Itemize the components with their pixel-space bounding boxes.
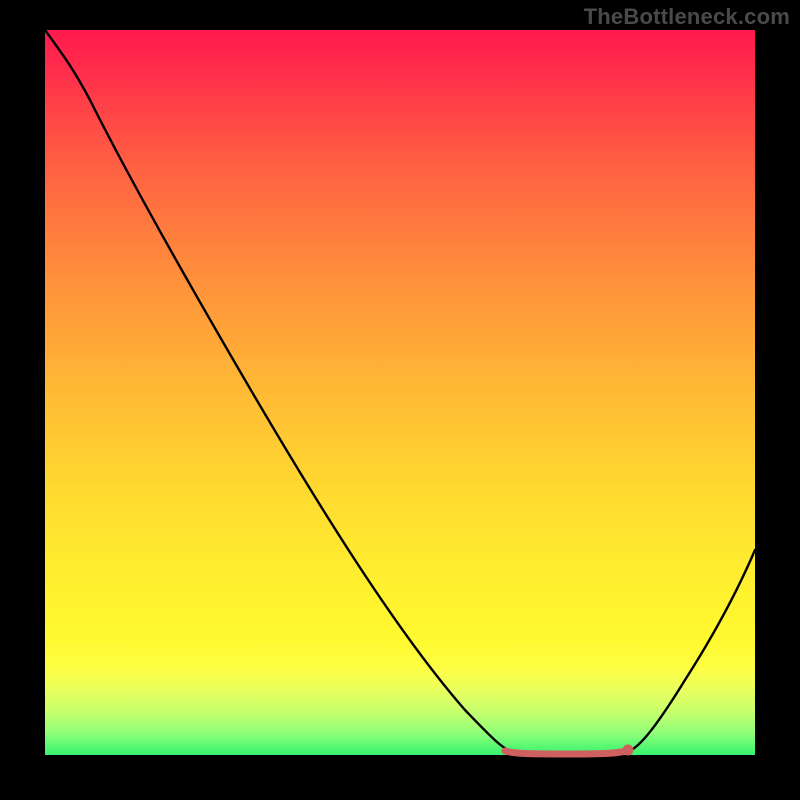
endpoint-dot bbox=[623, 745, 634, 756]
bottleneck-curve-line bbox=[45, 30, 755, 753]
chart-svg bbox=[45, 30, 755, 755]
watermark-text: TheBottleneck.com bbox=[584, 4, 790, 30]
flat-minimum-highlight bbox=[505, 751, 625, 754]
chart-frame: TheBottleneck.com bbox=[0, 0, 800, 800]
